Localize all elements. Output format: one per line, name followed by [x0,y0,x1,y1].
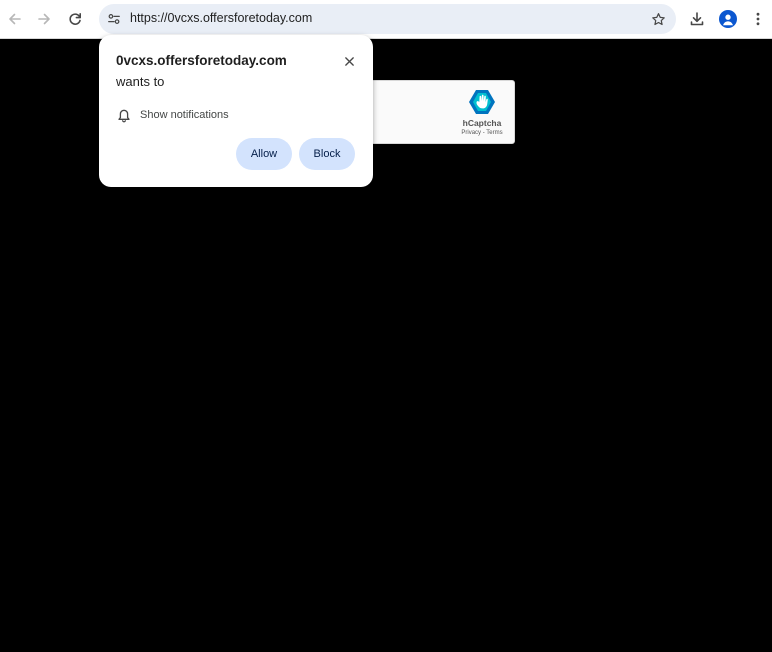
more-vert-icon [756,12,760,26]
notification-permission-prompt: 0vcxs.offersforetoday.com wants to Show … [99,35,373,187]
captcha-brand: hCaptcha [462,118,502,128]
captcha-widget[interactable]: hCaptcha Privacy - Terms [364,80,515,144]
reload-button[interactable] [61,5,89,33]
tune-icon [108,14,120,24]
site-info-button[interactable] [102,7,126,31]
prompt-close-button[interactable] [339,51,359,71]
bell-icon [118,109,130,123]
person-icon [723,14,733,26]
block-button[interactable]: Block [299,138,355,170]
allow-button[interactable]: Allow [236,138,292,170]
profile-button[interactable] [714,5,742,33]
permission-label: Show notifications [140,109,229,121]
browser-toolbar: https://0vcxs.offersforetoday.com [0,0,772,39]
close-icon [344,56,354,66]
back-arrow-icon [9,13,21,25]
forward-button[interactable] [30,5,58,33]
download-icon [690,12,704,26]
downloads-button[interactable] [683,5,711,33]
reload-icon [69,13,81,25]
prompt-wants-to: wants to [116,74,165,89]
url-text[interactable]: https://0vcxs.offersforetoday.com [130,11,312,25]
back-button[interactable] [1,5,29,33]
bookmark-button[interactable] [646,7,670,31]
address-bar[interactable]: https://0vcxs.offersforetoday.com [99,4,676,34]
browser-menu-button[interactable] [744,5,772,33]
forward-arrow-icon [38,13,50,25]
avatar [719,10,737,28]
captcha-links[interactable]: Privacy - Terms [451,130,513,136]
prompt-origin: 0vcxs.offersforetoday.com [116,53,287,68]
star-icon [651,12,665,25]
hcaptcha-logo-icon [469,90,495,114]
